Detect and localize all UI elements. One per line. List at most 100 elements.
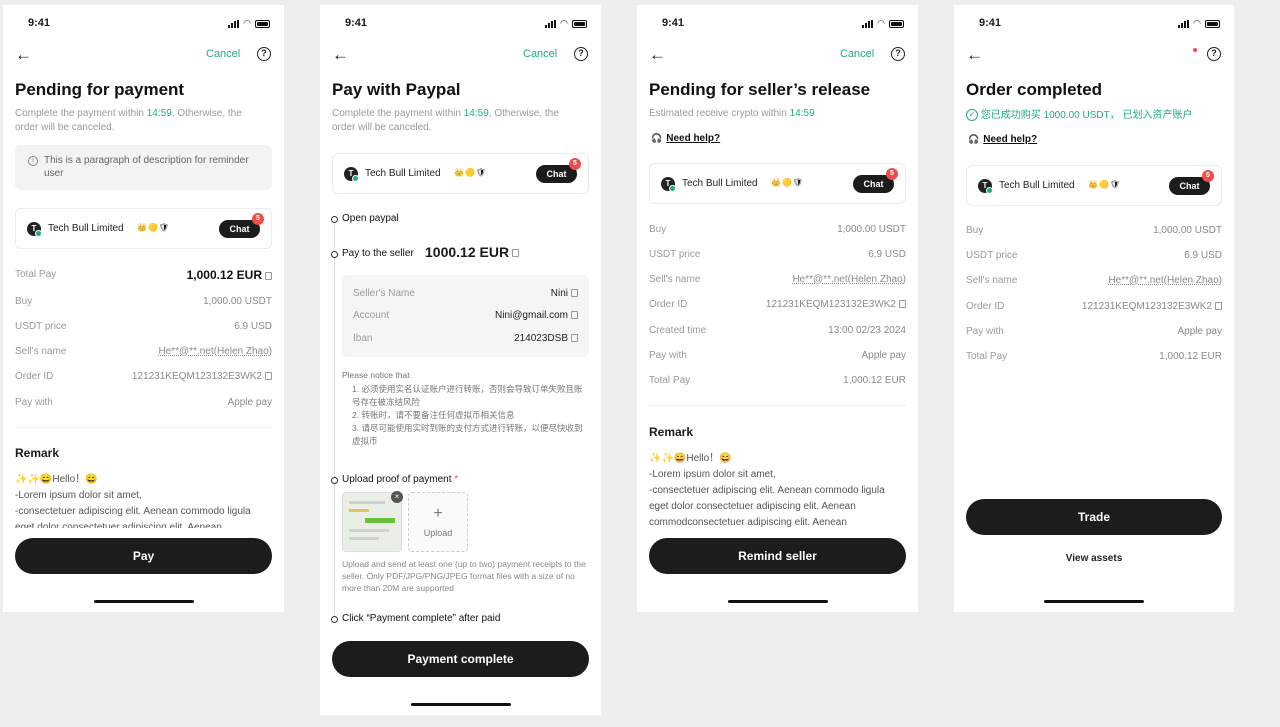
row-sell-name: Sell's name He**@**.net(Helen Zhao): [649, 274, 906, 285]
home-indicator: [1044, 600, 1144, 603]
seller-name: Tech Bull Limited: [999, 180, 1075, 191]
pay-amount: 1000.12 EUR: [425, 244, 520, 260]
seller-badges-icon: 👑🟡🛡: [1088, 180, 1122, 189]
need-help-link[interactable]: 🎧 Need help?: [651, 133, 720, 144]
seller-email-link[interactable]: He**@**.net(Helen Zhao): [158, 346, 272, 357]
remind-seller-button[interactable]: Remind seller: [649, 538, 906, 574]
seller-email-link[interactable]: He**@**.net(Helen Zhao): [792, 274, 906, 285]
headset-icon: 🎧: [651, 133, 663, 143]
copy-icon[interactable]: [1215, 302, 1222, 311]
step-pay-to-seller: Pay to the seller: [331, 248, 414, 259]
row-buy: Buy 1,000.00 USDT: [966, 225, 1222, 236]
copy-icon[interactable]: [265, 372, 272, 381]
chat-unread-badge: 5: [252, 213, 264, 225]
chat-button[interactable]: Chat 5: [853, 168, 898, 193]
signal-icon: [545, 19, 557, 28]
remark-title: Remark: [15, 446, 60, 460]
help-icon[interactable]: ?: [257, 47, 271, 61]
page-title: Pay with Paypal: [332, 80, 461, 99]
notice-block: Please notice that 1. 必须使用实名认证账户进行转账，否则会…: [342, 369, 589, 448]
seller-name: Tech Bull Limited: [365, 168, 441, 179]
back-arrow-icon[interactable]: ←: [15, 45, 32, 65]
step-open-paypal: Open paypal: [331, 213, 399, 224]
wifi-icon: ◠: [1193, 18, 1201, 28]
row-pay-with: Pay with Apple pay: [649, 350, 906, 361]
seller-card: T Tech Bull Limited 👑🟡🛡 Chat 5: [332, 153, 589, 194]
row-pay-with: Pay with Apple pay: [966, 326, 1222, 337]
row-iban: Iban 214023DSB: [353, 333, 578, 347]
page-title: Pending for seller’s release: [649, 80, 871, 99]
success-message: ✓ 您已成功购买 1000.00 USDT， 已划入资产账户: [966, 106, 1193, 122]
help-icon[interactable]: ?: [574, 47, 588, 61]
chat-unread-badge: 5: [1202, 170, 1214, 182]
reminder-tip: i This is a paragraph of description for…: [15, 145, 272, 190]
status-time: 9:41: [979, 17, 1002, 29]
home-indicator: [727, 600, 828, 603]
view-assets-link[interactable]: View assets: [966, 553, 1222, 564]
chat-button[interactable]: Chat 5: [536, 158, 581, 183]
row-order-id: Order ID 121231KEQM123132E3WK2: [15, 371, 272, 385]
back-arrow-icon[interactable]: ←: [332, 45, 349, 65]
notice-item: 3. 请尽可能使用实时到账的支付方式进行转账，以便尽快收到虚拟币: [352, 423, 583, 446]
cancel-button[interactable]: Cancel: [523, 48, 557, 60]
trade-button[interactable]: Trade: [966, 499, 1222, 535]
seller-account-box: Seller's Name Nini Account Nini@gmail.com …: [342, 275, 589, 357]
status-icons: ◠: [228, 18, 270, 29]
uploaded-receipt-thumbnail[interactable]: ×: [342, 491, 403, 552]
copy-icon[interactable]: [571, 334, 578, 343]
row-pay-with: Pay with Apple pay: [15, 397, 272, 408]
countdown-text: Estimated receive crypto within 14:59: [649, 108, 815, 119]
plus-icon: +: [433, 505, 443, 522]
seller-name: Tech Bull Limited: [48, 223, 124, 234]
copy-icon[interactable]: [571, 311, 578, 320]
countdown-timer: 14:59: [463, 108, 489, 119]
notice-title: Please notice that: [342, 370, 410, 380]
copy-icon[interactable]: [512, 249, 520, 258]
seller-card: T Tech Bull Limited 👑🟡🛡 Chat 5: [15, 208, 272, 249]
cancel-button[interactable]: Cancel: [840, 48, 874, 60]
help-icon[interactable]: ?: [1207, 47, 1221, 61]
copy-icon[interactable]: [265, 271, 272, 280]
row-order-id: Order ID 121231KEQM123132E3WK2: [649, 299, 906, 313]
chat-button[interactable]: Chat 5: [1169, 170, 1214, 195]
row-seller-name: Seller's Name Nini: [353, 288, 578, 302]
seller-avatar: T: [27, 222, 42, 237]
headset-icon: 🎧: [968, 134, 980, 144]
row-sell-name: Sell's name He**@**.net(Helen Zhao): [966, 275, 1222, 286]
pay-button[interactable]: Pay: [15, 538, 272, 574]
divider: [15, 427, 272, 428]
notice-item: 2. 转账时，请不要备注任何虚拟币相关信息: [352, 410, 515, 420]
battery-icon: [1205, 19, 1220, 28]
chat-button[interactable]: Chat 5: [219, 213, 264, 238]
payment-complete-button[interactable]: Payment complete: [332, 641, 589, 677]
seller-badges-icon: 👑🟡🛡: [771, 178, 805, 187]
remove-upload-icon[interactable]: ×: [391, 491, 403, 503]
seller-card: T Tech Bull Limited 👑🟡🛡 Chat 5: [966, 165, 1222, 206]
row-buy: Buy 1,000.00 USDT: [15, 296, 272, 307]
upload-button[interactable]: + Upload: [408, 492, 468, 552]
screen-pay-with-paypal: 9:41 ◠ ← Cancel ? Pay with Paypal Comple…: [320, 5, 601, 715]
row-usdt-price: USDT price 6.9 USD: [966, 250, 1222, 261]
row-usdt-price: USDT price 6.9 USD: [15, 321, 272, 332]
copy-icon[interactable]: [899, 300, 906, 309]
back-arrow-icon[interactable]: ←: [649, 45, 666, 65]
step-click-complete: Click “Payment complete” after paid: [330, 613, 500, 624]
screen-pending-payment: 9:41 ◠ ← Cancel ? Pending for payment Co…: [3, 5, 284, 612]
copy-icon[interactable]: [571, 289, 578, 298]
help-icon[interactable]: ?: [891, 47, 905, 61]
status-time: 9:41: [28, 17, 51, 29]
signal-icon: [228, 19, 240, 28]
seller-badges-icon: 👑🟡🛡: [137, 223, 171, 232]
notification-dot: [1193, 48, 1197, 52]
seller-email-link[interactable]: He**@**.net(Helen Zhao): [1108, 275, 1222, 286]
page-title: Pending for payment: [15, 80, 185, 99]
cancel-button[interactable]: Cancel: [206, 48, 240, 60]
row-usdt-price: USDT price 6.9 USD: [649, 249, 906, 260]
countdown-text: Complete the payment within 14:59, Other…: [332, 108, 559, 133]
seller-card: T Tech Bull Limited 👑🟡🛡 Chat 5: [649, 163, 906, 204]
status-icons: ◠: [862, 18, 904, 29]
need-help-link[interactable]: 🎧 Need help?: [968, 134, 1037, 145]
seller-badges-icon: 👑🟡🛡: [454, 168, 488, 177]
signal-icon: [862, 19, 874, 28]
back-arrow-icon[interactable]: ←: [966, 45, 983, 65]
